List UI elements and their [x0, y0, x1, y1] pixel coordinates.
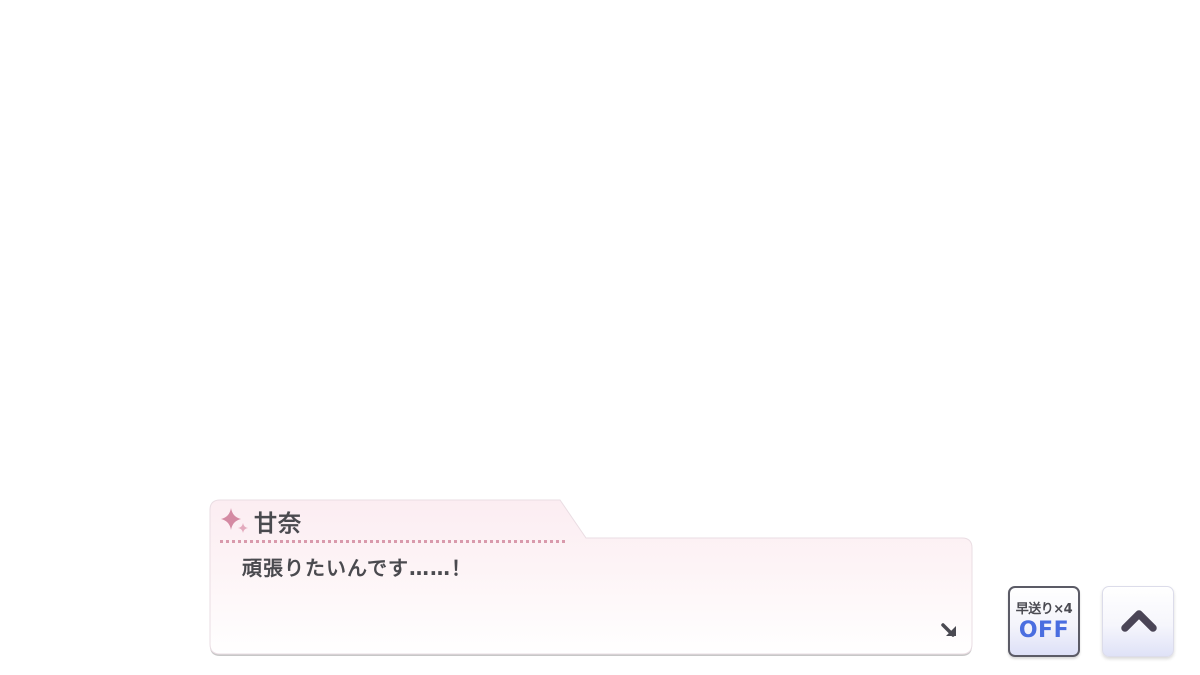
speaker-name: 甘奈 [254, 511, 302, 537]
sparkle-icon [221, 508, 248, 533]
fast-forward-label: 早送り×4 [1015, 602, 1073, 617]
name-divider [220, 540, 565, 543]
advance-arrow-icon [941, 623, 956, 637]
dialogue-box[interactable]: 甘奈 頑張りたいんです……！ [209, 499, 973, 656]
dialogue-text: 頑張りたいんです……！ [242, 556, 472, 580]
fast-forward-button[interactable]: 早送り×4 OFF [1008, 586, 1080, 657]
speaker-row: 甘奈 [218, 504, 302, 538]
fast-forward-state: OFF [1018, 618, 1070, 643]
hide-dialogue-button[interactable] [1102, 586, 1174, 657]
chevron-up-icon [1121, 610, 1157, 632]
